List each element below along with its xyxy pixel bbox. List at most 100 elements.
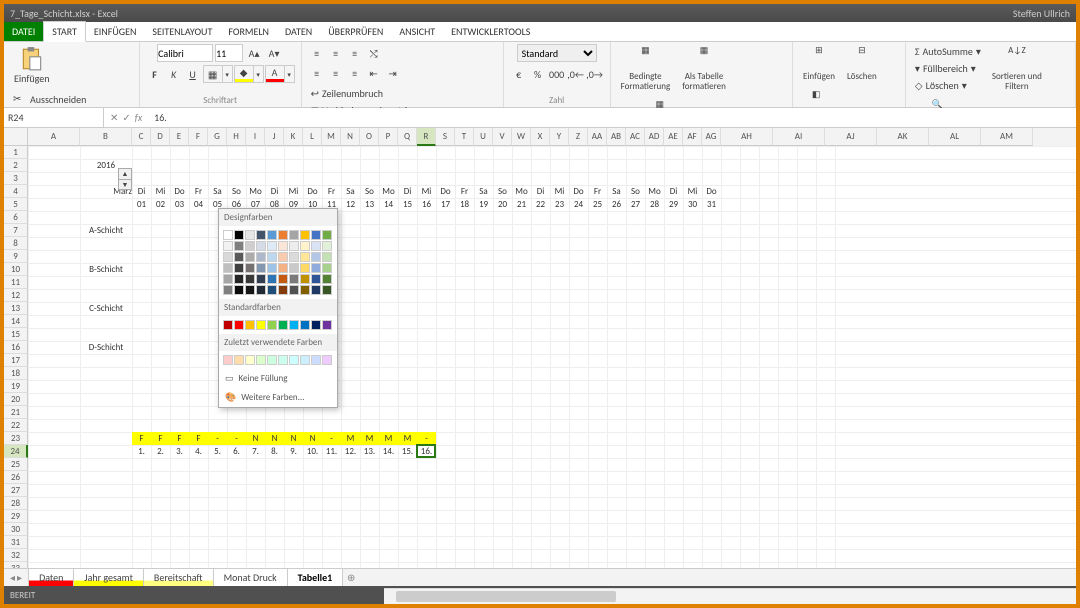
color-swatch[interactable] [289,241,299,251]
cell[interactable]: 13 [360,198,379,211]
color-swatch[interactable] [256,241,266,251]
row-header-19[interactable]: 19 [4,380,28,393]
color-swatch[interactable] [300,320,310,330]
italic-button[interactable]: K [165,65,183,83]
cell[interactable]: 29 [664,198,683,211]
color-swatch[interactable] [278,230,288,240]
cell[interactable]: F [189,432,208,445]
column-header-AH[interactable]: AH [721,128,773,146]
select-all-corner[interactable] [4,128,28,146]
add-sheet-button[interactable]: ⊕ [342,571,360,584]
column-header-AJ[interactable]: AJ [825,128,877,146]
cell[interactable]: Sa [474,185,493,198]
color-swatch[interactable] [245,355,255,365]
align-center-button[interactable]: ≡ [327,64,345,82]
row-header-8[interactable]: 8 [4,237,28,250]
cell[interactable]: So [626,185,645,198]
cell[interactable]: So [493,185,512,198]
color-swatch[interactable] [322,355,332,365]
year-spinner[interactable]: ▲▼ [118,168,132,190]
font-name-select[interactable] [157,44,213,62]
cell[interactable]: Mi [417,185,436,198]
row-header-1[interactable]: 1 [4,146,28,159]
row-headers[interactable]: 1234567891011121314151617181920212223242… [4,146,28,568]
cell[interactable]: Fr [189,185,208,198]
cell[interactable]: Mo [379,185,398,198]
color-swatch[interactable] [234,355,244,365]
row-header-27[interactable]: 27 [4,484,28,497]
cell[interactable]: Fr [588,185,607,198]
color-swatch[interactable] [267,274,277,284]
no-fill-button[interactable]: ▭Keine Füllung [219,369,337,388]
cell[interactable]: Di [132,185,151,198]
sort-filter-button[interactable]: A↓ZSortieren und Filtern [988,44,1046,94]
color-swatch[interactable] [256,320,266,330]
font-size-select[interactable] [215,44,243,62]
color-swatch[interactable] [311,241,321,251]
clear-button[interactable]: ◇Löschen ▾ [912,78,984,93]
cell[interactable]: 16 [417,198,436,211]
color-swatch[interactable] [278,274,288,284]
color-swatch[interactable] [234,230,244,240]
row-header-2[interactable]: 2 [4,159,28,172]
column-header-AM[interactable]: AM [981,128,1033,146]
cell[interactable]: Di [664,185,683,198]
cell[interactable]: 17 [436,198,455,211]
column-header-I[interactable]: I [246,128,265,146]
color-swatch[interactable] [311,285,321,295]
color-swatch[interactable] [300,252,310,262]
indent-dec-button[interactable]: ⇤ [365,64,383,82]
cell[interactable]: 26 [607,198,626,211]
color-swatch[interactable] [223,263,233,273]
row-header-10[interactable]: 10 [4,263,28,276]
tab-view[interactable]: ANSICHT [391,22,443,41]
color-swatch[interactable] [322,230,332,240]
fill-color-button[interactable]: ◆▾ [234,65,264,83]
row-header-24[interactable]: 24 [4,445,28,458]
fx-icon[interactable]: fx [135,111,142,124]
row-header-12[interactable]: 12 [4,289,28,302]
row-header-7[interactable]: 7 [4,224,28,237]
cell[interactable]: 14. [379,445,398,458]
cell[interactable]: 10. [303,445,322,458]
cell[interactable]: 6. [227,445,246,458]
column-header-AK[interactable]: AK [877,128,929,146]
color-swatch[interactable] [267,320,277,330]
cell[interactable]: Do [170,185,189,198]
color-swatch[interactable] [223,274,233,284]
cell[interactable]: 3. [170,445,189,458]
cell[interactable]: 12. [341,445,360,458]
cell[interactable]: N [246,432,265,445]
cell[interactable]: 24 [569,198,588,211]
cell[interactable]: 15. [398,445,417,458]
color-swatch[interactable] [267,355,277,365]
color-swatch[interactable] [245,241,255,251]
cell[interactable]: 04 [189,198,208,211]
cell[interactable]: 30 [683,198,702,211]
cell[interactable]: 2. [151,445,170,458]
fill-button[interactable]: ▾Füllbereich ▾ [912,61,984,76]
cell[interactable]: M [379,432,398,445]
cell[interactable]: Do [303,185,322,198]
cell[interactable]: 03 [170,198,189,211]
cell[interactable]: 02 [151,198,170,211]
cell[interactable]: Mo [645,185,664,198]
color-swatch[interactable] [300,241,310,251]
cell[interactable]: Di [398,185,417,198]
cell[interactable]: Di [531,185,550,198]
cell[interactable]: F [151,432,170,445]
row-header-28[interactable]: 28 [4,497,28,510]
number-format-select[interactable]: Standard [517,44,597,62]
format-as-table-button[interactable]: ▦Als Tabelle formatieren [678,44,730,94]
tab-pagelayout[interactable]: SEITENLAYOUT [144,22,220,41]
cell[interactable]: - [227,432,246,445]
cell[interactable]: F [170,432,189,445]
tab-start[interactable]: START [43,21,86,42]
color-swatch[interactable] [289,263,299,273]
cell[interactable]: 9. [284,445,303,458]
color-swatch[interactable] [278,285,288,295]
spreadsheet-grid[interactable]: ABCDEFGHIJKLMNOPQRSTUVWXYZAAABACADAEAFAG… [4,128,1076,568]
align-right-button[interactable]: ≡ [346,64,364,82]
column-header-C[interactable]: C [132,128,151,146]
cell[interactable]: 31 [702,198,721,211]
